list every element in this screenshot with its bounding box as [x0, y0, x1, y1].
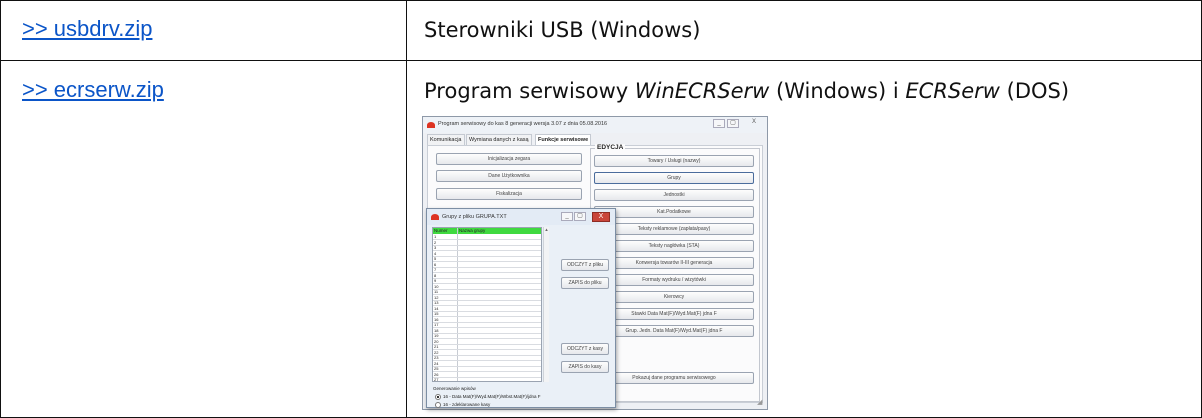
grid-cell-number: 21 [434, 344, 439, 349]
grid-scrollbar[interactable]: ▴ [543, 227, 549, 382]
minimize-icon[interactable]: _ [713, 119, 725, 128]
download-link-usbdrv[interactable]: >> usbdrv.zip [22, 16, 152, 42]
scroll-up-icon[interactable]: ▴ [545, 227, 548, 233]
teksty-naglowka-button[interactable]: Teksty nagłówka (STA) [594, 240, 754, 252]
teksty-reklamowe-button[interactable]: Teksty reklamowe (zapłata/pasy) [594, 223, 754, 235]
edycja-label: EDYCJA [595, 144, 626, 151]
grid-cell-number: 16 [434, 316, 439, 322]
user-data-button[interactable]: Dane Użytkownika [436, 170, 582, 182]
main-window-title: Program serwisowy do kas 8 generacji wer… [438, 121, 608, 127]
app-logo-icon [427, 122, 435, 128]
program-screenshot: Program serwisowy do kas 8 generacji wer… [422, 116, 768, 410]
grid-cell-number: 6 [434, 261, 437, 267]
towary-button[interactable]: Towary / Usługi (nazwy) [594, 155, 754, 167]
option-radio-1[interactable]: 16 - Data Mat(F)/Wyd.Mat(F)/Wbst.Mat(F)/… [435, 394, 540, 400]
grid-cell-number: 26 [434, 371, 439, 377]
read-register-button[interactable]: ODCZYT z kasy [561, 343, 609, 355]
minimize-icon[interactable]: _ [561, 212, 573, 221]
table-row[interactable]: 27 [433, 377, 541, 382]
konwersja-button[interactable]: Konwersja towarów II-III generacja [594, 257, 754, 269]
groups-window: Grupy z pliku GRUPA.TXT _ ▢ X Numer Nazw… [426, 208, 616, 408]
table-border-divider [406, 0, 407, 418]
options-label: Generowanie wpisów [433, 386, 476, 391]
description-ecrserw: Program serwisowy WinECRSerw (Windows) i… [424, 79, 1069, 103]
tab-wymiana-danych[interactable]: Wymiana danych z kasą [466, 134, 532, 145]
pokazuj-dane-button[interactable]: Pokazuj dane programu serwisowego [594, 372, 754, 384]
table-border-left [0, 0, 1, 418]
grid-cell-number: 8 [434, 272, 437, 278]
save-file-button[interactable]: ZAPIS do pliku [561, 277, 609, 289]
grid-cell-number: 20 [434, 338, 439, 344]
grid-cell-number: 4 [434, 250, 437, 256]
grid-cell-number: 2 [434, 239, 437, 245]
maximize-icon[interactable]: ▢ [574, 212, 586, 221]
groups-grid[interactable]: Numer Nazwa grupy 1 2 3 4 5 6 7 8 9 10 11 12 13 14 15 1… [432, 227, 542, 382]
desc-app-name: ECRSerw [905, 79, 1000, 103]
grupy-button[interactable]: Grupy [594, 172, 754, 184]
grid-cell-number: 15 [434, 311, 439, 316]
downloads-table: >> usbdrv.zip Sterowniki USB (Windows) >… [0, 0, 1202, 418]
table-border-middle [0, 60, 1202, 61]
close-icon[interactable]: X [748, 119, 760, 128]
grid-cell-number: 5 [434, 256, 437, 261]
grid-cell-number: 24 [434, 360, 439, 366]
desc-text: Program serwisowy [424, 79, 635, 103]
radio-icon[interactable] [435, 394, 441, 400]
save-register-button[interactable]: ZAPIS do kasy [561, 361, 609, 373]
grid-cell-number: 11 [434, 289, 439, 294]
table-border-top [0, 0, 1202, 1]
groups-window-title: Grupy z pliku GRUPA.TXT [442, 214, 507, 220]
desc-text: (DOS) [999, 79, 1070, 103]
grid-cell-number: 14 [434, 305, 439, 311]
maximize-icon[interactable]: ▢ [727, 119, 739, 128]
close-icon[interactable]: X [592, 212, 610, 222]
groups-titlebar: Grupy z pliku GRUPA.TXT _ ▢ X [427, 209, 615, 225]
grid-cell-number: 22 [434, 349, 439, 355]
option-label-1: 16 - Data Mat(F)/Wyd.Mat(F)/Wbst.Mat(F)/… [443, 394, 541, 400]
option-radio-2[interactable]: 16 - zdeklarowane kasy [435, 402, 490, 408]
grid-cell-number: 25 [434, 366, 439, 371]
resize-grip-icon[interactable]: ◢ [757, 399, 765, 407]
grid-cell-number: 27 [434, 377, 439, 382]
desc-app-name: WinECRSerw [634, 79, 770, 103]
grid-cell-number: 18 [434, 327, 439, 333]
app-logo-icon [431, 214, 439, 220]
description-usbdrv: Sterowniki USB (Windows) [424, 18, 701, 42]
stawki-button[interactable]: Stawki Data Mat(F)/Wyd.Mat(F) jdna F [594, 308, 754, 320]
fiscalization-button[interactable]: Fiskalizacja [436, 188, 582, 200]
grid-cell-number: 19 [434, 333, 439, 338]
read-file-button[interactable]: ODCZYT z pliku [561, 259, 609, 271]
tab-funkcje-serwisowe[interactable]: Funkcje serwisowe [535, 134, 592, 145]
radio-icon[interactable] [435, 402, 441, 408]
kat-podatkowe-button[interactable]: Kat.Podatkowe [594, 206, 754, 218]
jednostki-button[interactable]: Jednostki [594, 189, 754, 201]
init-clock-button[interactable]: Inicjalizacja zegara [436, 153, 582, 165]
main-titlebar: Program serwisowy do kas 8 generacji wer… [423, 117, 767, 133]
grid-cell-number: 10 [434, 283, 439, 289]
grid-cell-number: 3 [434, 245, 437, 250]
tab-komunikacja[interactable]: Komunikacja [427, 134, 465, 145]
kierowcy-button[interactable]: Kierowcy [594, 291, 754, 303]
grid-cell-number: 1 [434, 234, 437, 239]
grid-cell-number: 23 [434, 355, 439, 360]
grup-jedn-button[interactable]: Grup. Jedn. Data Mat(F)/Wyd.Mat(F) jdna … [594, 325, 754, 337]
formaty-button[interactable]: Formaty wydruku / wizytówki [594, 274, 754, 286]
grid-cell-number: 7 [434, 267, 437, 272]
option-label-2: 16 - zdeklarowane kasy [443, 402, 491, 408]
grid-cell-number: 13 [434, 300, 439, 305]
desc-text: (Windows) i [769, 79, 906, 103]
download-link-ecrserw[interactable]: >> ecrserw.zip [22, 77, 164, 103]
grid-cell-number: 17 [434, 322, 439, 327]
grid-cell-number: 9 [434, 278, 437, 283]
grid-cell-number: 12 [434, 294, 439, 300]
